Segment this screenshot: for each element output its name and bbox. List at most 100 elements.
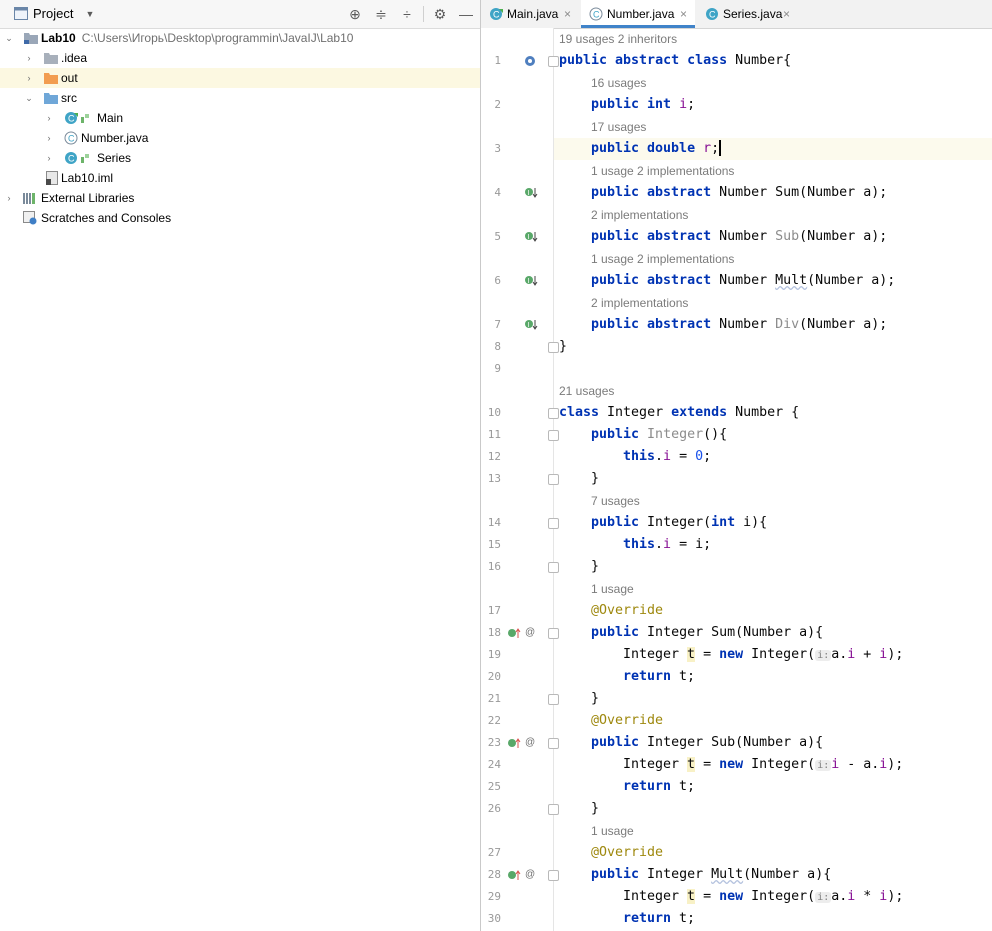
fold-marker[interactable] xyxy=(548,562,559,573)
line-number: 26 xyxy=(487,802,501,815)
parameter-hint: i: xyxy=(815,650,832,661)
svg-text:C: C xyxy=(709,10,716,20)
java-file-icon: C xyxy=(64,131,78,145)
fold-marker[interactable] xyxy=(548,804,559,815)
usages-hint[interactable]: 7 usages xyxy=(591,490,640,512)
fold-marker[interactable] xyxy=(548,56,559,67)
inherited-by-icon[interactable] xyxy=(524,55,536,67)
fold-marker[interactable] xyxy=(548,870,559,881)
tree-item-label: .idea xyxy=(61,51,88,65)
tree-item-external-libraries[interactable]: › External Libraries xyxy=(0,188,480,208)
current-line-highlight xyxy=(481,138,992,160)
line-number: 4 xyxy=(494,186,501,199)
usages-hint[interactable]: 1 usage 2 implementations xyxy=(591,160,734,182)
chevron-down-icon[interactable]: ⌄ xyxy=(22,88,36,108)
fold-marker[interactable] xyxy=(548,518,559,529)
usages-hint[interactable]: 17 usages xyxy=(591,116,646,138)
chevron-right-icon[interactable]: › xyxy=(22,68,36,88)
java-class-icon: C xyxy=(65,112,89,124)
line-number: 11 xyxy=(487,428,501,441)
tab-label: Main.java xyxy=(507,7,559,21)
code-line: public Integer Sum(Number a){ xyxy=(591,625,824,640)
usages-hint[interactable]: 19 usages 2 inheritors xyxy=(559,28,677,50)
locate-icon[interactable]: ⊕ xyxy=(346,5,364,23)
expand-all-icon[interactable]: ≑ xyxy=(372,5,390,23)
tree-item-src[interactable]: ⌄ src xyxy=(0,88,480,108)
implements-icon[interactable] xyxy=(507,869,521,881)
line-number: 27 xyxy=(487,846,501,859)
fold-marker[interactable] xyxy=(548,694,559,705)
tree-item-main[interactable]: › C Main xyxy=(0,108,480,128)
usages-hint[interactable]: 2 implementations xyxy=(591,204,688,226)
fold-marker[interactable] xyxy=(548,474,559,485)
implemented-icon[interactable]: I xyxy=(524,231,538,243)
fold-marker[interactable] xyxy=(548,738,559,749)
module-path: C:\Users\Игорь\Desktop\programmin\JavaIJ… xyxy=(81,31,354,45)
code-line: public abstract Number Div(Number a); xyxy=(591,317,888,332)
code-line: @Override xyxy=(591,845,664,860)
close-icon[interactable]: × xyxy=(680,0,687,28)
chevron-right-icon[interactable]: › xyxy=(42,108,56,128)
line-number: 29 xyxy=(487,890,501,903)
usages-hint[interactable]: 1 usage xyxy=(591,578,634,600)
hide-panel-icon[interactable]: — xyxy=(457,5,475,23)
line-number: 28 xyxy=(487,868,501,881)
usages-hint[interactable]: 1 usage xyxy=(591,820,634,842)
fold-marker[interactable] xyxy=(548,628,559,639)
fold-marker[interactable] xyxy=(548,430,559,441)
chevron-right-icon[interactable]: › xyxy=(42,128,56,148)
close-icon[interactable]: × xyxy=(564,0,571,28)
orange-folder-icon xyxy=(44,73,58,84)
parameter-hint: i: xyxy=(815,760,832,771)
implements-icon[interactable] xyxy=(507,737,521,749)
library-icon xyxy=(23,193,35,204)
usages-hint[interactable]: 21 usages xyxy=(559,380,614,402)
tree-item-series[interactable]: › C Series xyxy=(0,148,480,168)
line-number: 3 xyxy=(494,142,501,155)
tree-item-number-java[interactable]: › C Number.java xyxy=(0,128,480,148)
line-number: 12 xyxy=(487,450,501,463)
project-panel-title[interactable]: Project xyxy=(33,6,73,21)
line-number: 20 xyxy=(487,670,501,683)
editor-panel: C Main.java × C Number.java × C Series.j… xyxy=(481,0,992,931)
collapse-all-icon[interactable]: ÷ xyxy=(398,5,416,23)
tab-main-java[interactable]: C Main.java × xyxy=(481,0,579,28)
code-line: this.i = i; xyxy=(623,537,712,552)
project-panel-header: Project ▼ ⊕ ≑ ÷ ⚙ — xyxy=(0,0,480,29)
tab-label: Number.java xyxy=(607,7,675,21)
header-divider xyxy=(423,6,424,22)
code-line: class Integer extends Number { xyxy=(559,405,800,420)
fold-marker[interactable] xyxy=(548,342,559,353)
implemented-icon[interactable]: I xyxy=(524,275,538,287)
code-line: } xyxy=(559,339,568,354)
gear-icon[interactable]: ⚙ xyxy=(431,5,449,23)
close-icon[interactable]: × xyxy=(783,0,790,28)
implements-icon[interactable] xyxy=(507,627,521,639)
annotation-icon[interactable]: @ xyxy=(525,864,535,886)
usages-hint[interactable]: 2 implementations xyxy=(591,292,688,314)
usages-hint[interactable]: 1 usage 2 implementations xyxy=(591,248,734,270)
line-number: 22 xyxy=(487,714,501,727)
tree-item-lab10[interactable]: ⌄ Lab10 C:\Users\Игорь\Desktop\programmin… xyxy=(0,28,480,48)
tab-number-java[interactable]: C Number.java × xyxy=(581,0,695,28)
chevron-right-icon[interactable]: › xyxy=(2,188,16,208)
annotation-icon[interactable]: @ xyxy=(525,622,535,644)
tree-item-idea[interactable]: › .idea xyxy=(0,48,480,68)
tree-item-label: src xyxy=(61,91,77,105)
tab-series-java[interactable]: C Series.java × xyxy=(697,0,797,28)
tree-item-lab10-iml[interactable]: Lab10.iml xyxy=(0,168,480,188)
implemented-icon[interactable]: I xyxy=(524,319,538,331)
chevron-right-icon[interactable]: › xyxy=(42,148,56,168)
tree-item-out[interactable]: › out xyxy=(0,68,480,88)
chevron-right-icon[interactable]: › xyxy=(22,48,36,68)
tree-item-scratches[interactable]: Scratches and Consoles xyxy=(0,208,480,228)
chevron-down-icon[interactable]: ⌄ xyxy=(2,28,16,48)
code-line: @Override xyxy=(591,603,664,618)
iml-file-icon xyxy=(46,171,58,185)
usages-hint[interactable]: 16 usages xyxy=(591,72,646,94)
fold-marker[interactable] xyxy=(548,408,559,419)
annotation-icon[interactable]: @ xyxy=(525,732,535,754)
implemented-icon[interactable]: I xyxy=(524,187,538,199)
code-line: public abstract class Number{ xyxy=(559,53,792,68)
chevron-down-icon[interactable]: ▼ xyxy=(81,5,99,23)
